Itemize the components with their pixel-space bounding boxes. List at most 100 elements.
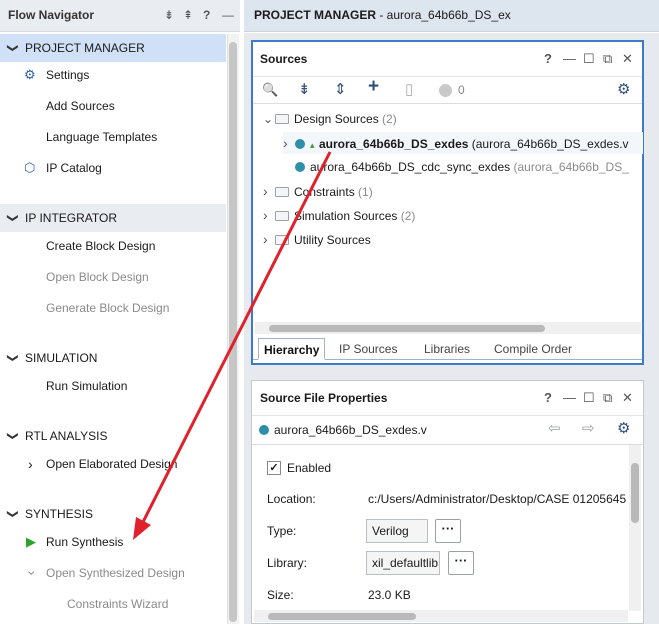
section-synthesis[interactable]: ❯ SYNTHESIS [0,500,226,528]
nav-open-elaborated-design[interactable]: Open Elaborated Design [46,454,177,474]
panel-title: Sources [260,52,308,66]
section-simulation[interactable]: ❯ SIMULATION [0,344,226,372]
nav-open-block-design[interactable]: Open Block Design [46,267,149,287]
run-icon: ▶ [26,534,36,549]
tree-row-design-sources[interactable]: ⌄ Design Sources (2) [263,108,397,130]
search-icon[interactable]: 🔍 [262,81,278,99]
tab-hierarchy[interactable]: Hierarchy [258,338,326,360]
library-field[interactable]: xil_defaultlib [366,551,440,575]
page-title: PROJECT MANAGER - aurora_64b66b_DS_ex [254,8,511,22]
collapse-all-icon[interactable]: ⇟ [298,81,311,99]
tree-label: Simulation Sources [294,209,398,223]
project-manager-label: PROJECT MANAGER [254,8,377,22]
tree-label: Constraints [294,185,355,199]
section-label: RTL ANALYSIS [25,429,108,443]
tree-row-exdes[interactable]: › ▴ aurora_64b66b_DS_exdes (aurora_64b66b_… [283,132,643,154]
section-project-manager[interactable]: ❯ PROJECT MANAGER [0,34,226,62]
chevron-right-icon[interactable]: › [28,454,33,474]
nav-ip-catalog[interactable]: IP Catalog [46,158,102,178]
chevron-down-icon[interactable]: ❯ [0,353,27,362]
float-icon[interactable]: ⧉ [603,390,612,406]
chevron-down-icon[interactable]: ⌄ [263,108,275,130]
nav-run-simulation[interactable]: Run Simulation [46,376,127,396]
tree-label: aurora_64b66b_DS_exdes [319,137,469,151]
nav-settings[interactable]: Settings [46,65,89,85]
expand-all-icon[interactable]: ⇕ [334,81,347,99]
location-label: Location: [267,492,316,506]
tree-label: Design Sources [294,112,379,126]
tab-libraries[interactable]: Libraries [424,338,470,360]
tree-row-utility-sources[interactable]: › Utility Sources [263,228,371,250]
maximize-icon[interactable]: ☐ [583,51,595,67]
tree-count: (2) [378,112,397,126]
chevron-down-icon[interactable]: ❯ [0,431,27,440]
nav-language-templates[interactable]: Language Templates [46,127,157,147]
nav-add-sources[interactable]: Add Sources [46,96,115,116]
close-icon[interactable]: ✕ [622,51,633,67]
expand-all-icon[interactable]: ⇞ [183,7,193,23]
library-label: Library: [267,556,308,570]
back-icon[interactable]: ⇦ [548,420,561,438]
scrollbar-thumb[interactable] [631,463,639,523]
source-file-properties-panel: Source File Properties ? — ☐ ⧉ ✕ aurora_… [251,380,644,624]
nav-generate-block-design[interactable]: Generate Block Design [46,298,169,318]
scrollbar-thumb[interactable] [229,42,237,622]
help-icon[interactable]: ? [544,390,552,406]
minimize-icon[interactable]: — [563,390,576,406]
verilog-file-icon [295,162,305,172]
add-sources-icon[interactable]: + [368,77,379,96]
chevron-down-icon[interactable]: › [22,571,42,576]
type-field[interactable]: Verilog [366,519,428,543]
scrollbar-thumb[interactable] [269,325,545,332]
folder-icon [275,187,289,197]
help-icon[interactable]: ? [544,51,552,67]
minimize-icon[interactable]: — [222,7,234,23]
library-more-button[interactable]: ··· [448,551,474,575]
type-more-button[interactable]: ··· [435,519,461,543]
unknown-icon[interactable]: ▯ [405,81,413,99]
chevron-right-icon[interactable]: › [263,204,275,226]
chevron-down-icon[interactable]: ❯ [0,509,27,518]
sources-toolbar: 🔍 ⇟ ⇕ + ▯ 0 ⚙ [253,76,642,104]
gear-icon: ⚙ [24,67,36,82]
section-ip-integrator[interactable]: ❯ IP INTEGRATOR [0,204,226,232]
chevron-right-icon[interactable]: › [263,228,275,250]
size-label: Size: [267,588,294,602]
gear-icon[interactable]: ⚙ [617,81,630,99]
float-icon[interactable]: ⧉ [603,51,612,67]
ip-catalog-icon: ⬡ [24,160,36,175]
maximize-icon[interactable]: ☐ [583,390,595,406]
tree-row-simulation-sources[interactable]: › Simulation Sources (2) [263,204,415,226]
properties-toolbar: aurora_64b66b_DS_exdes.v ⇦ ⇨ ⚙ [252,415,643,445]
nav-constraints-wizard[interactable]: Constraints Wizard [67,594,168,614]
tree-count: (1) [354,185,373,199]
flow-navigator-header: Flow Navigator ⇟ ⇞ ? — [0,0,240,32]
status-dot-icon [439,84,452,97]
nav-open-synthesized-design[interactable]: Open Synthesized Design [46,563,185,583]
file-name: aurora_64b66b_DS_exdes.v [274,423,427,437]
section-label: SYNTHESIS [25,507,94,521]
tab-compile-order[interactable]: Compile Order [494,338,572,360]
tree-row-cdc-sync[interactable]: aurora_64b66b_DS_cdc_sync_exdes (aurora_… [295,156,629,178]
tab-ip-sources[interactable]: IP Sources [339,338,397,360]
folder-icon [275,235,289,245]
gear-icon[interactable]: ⚙ [617,420,630,438]
collapse-all-icon[interactable]: ⇟ [164,7,174,23]
minimize-icon[interactable]: — [563,51,576,67]
tree-label: Utility Sources [294,233,371,247]
scrollbar-thumb[interactable] [268,613,416,620]
tree-count: (2) [397,209,416,223]
chevron-right-icon[interactable]: › [283,132,295,154]
nav-run-synthesis[interactable]: Run Synthesis [46,532,123,552]
file-row: aurora_64b66b_DS_exdes.v [259,423,427,437]
section-rtl-analysis[interactable]: ❯ RTL ANALYSIS [0,422,226,450]
tree-row-constraints[interactable]: › Constraints (1) [263,180,373,202]
help-icon[interactable]: ? [203,7,210,23]
chevron-down-icon[interactable]: ❯ [0,43,27,52]
enabled-checkbox[interactable]: ✓ [267,461,281,475]
close-icon[interactable]: ✕ [622,390,633,406]
chevron-down-icon[interactable]: ❯ [0,213,27,222]
nav-create-block-design[interactable]: Create Block Design [46,236,155,256]
forward-icon[interactable]: ⇨ [582,420,595,438]
chevron-right-icon[interactable]: › [263,180,275,202]
